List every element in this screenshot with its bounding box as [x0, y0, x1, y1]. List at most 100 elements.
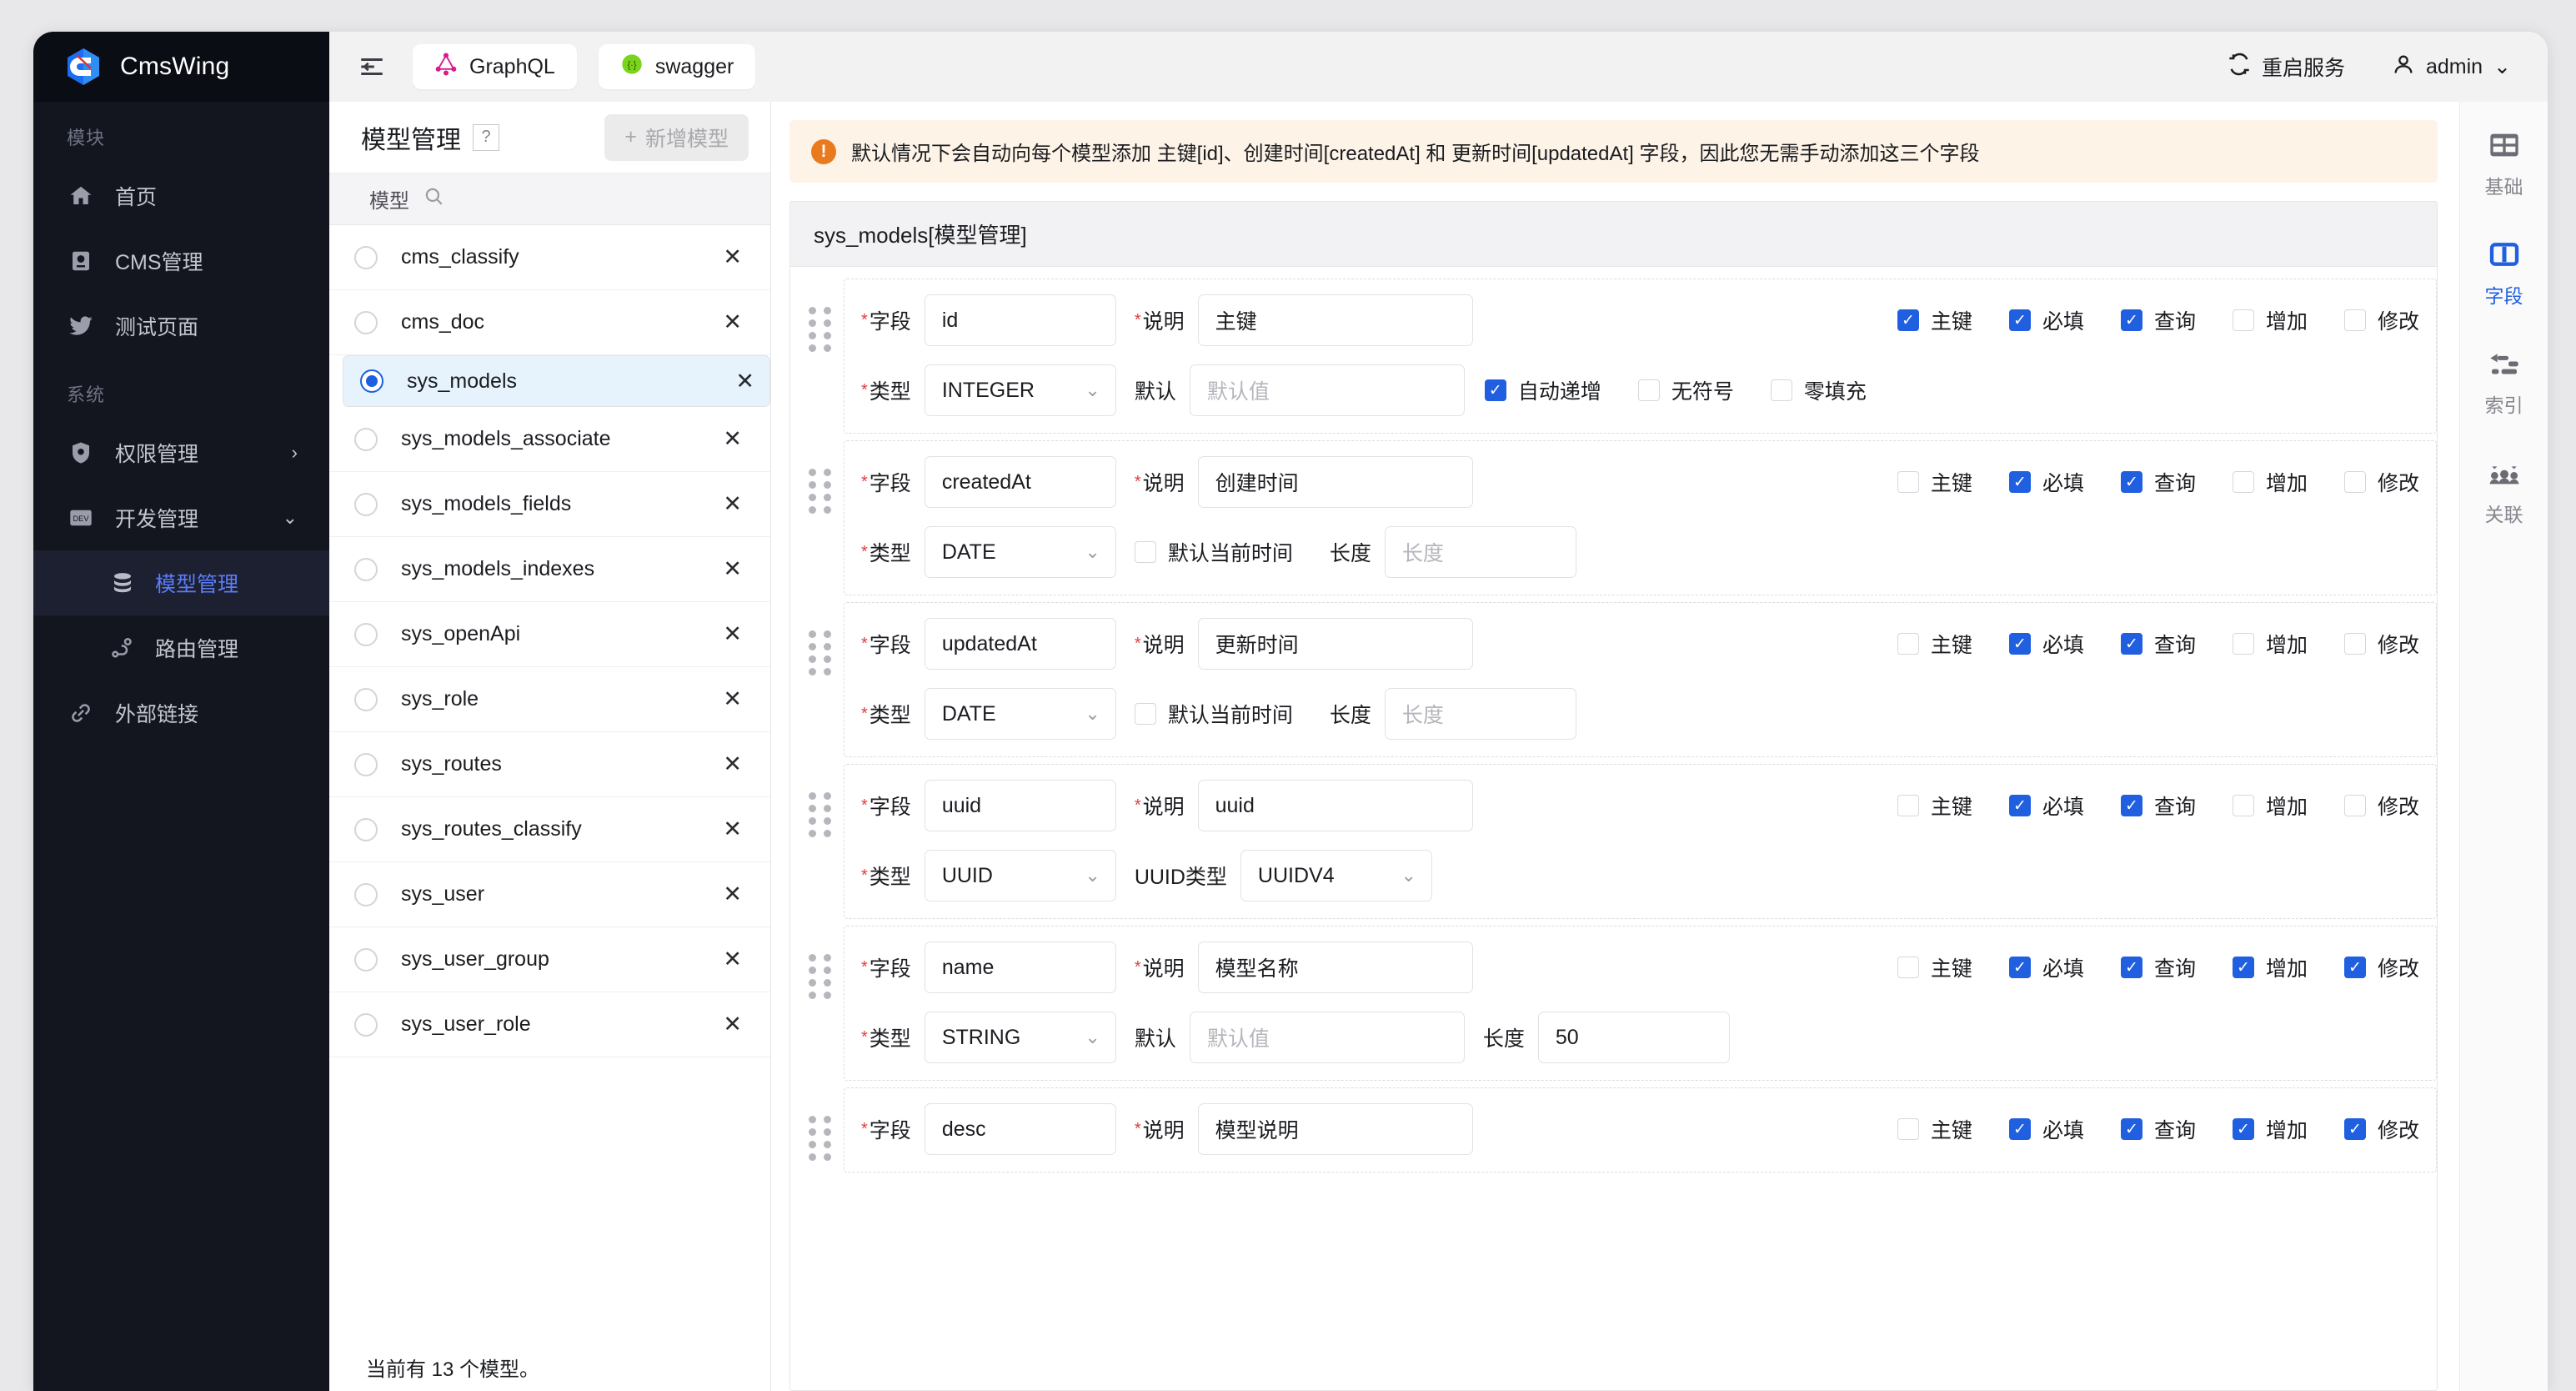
field-desc-input[interactable]: 更新时间	[1197, 618, 1473, 670]
checkbox-box[interactable]	[2008, 309, 2031, 331]
checkbox-required[interactable]: 必填	[2008, 629, 2084, 659]
field-name-input[interactable]: id	[924, 294, 1116, 346]
delete-model-icon[interactable]: ✕	[723, 753, 742, 776]
uuid-version-select[interactable]: UUIDV4 ⌄	[1240, 850, 1432, 901]
field-desc-input[interactable]: 创建时间	[1197, 456, 1473, 508]
checkbox-default-now[interactable]: 默认当前时间	[1134, 699, 1293, 729]
model-list-item[interactable]: sys_role ✕	[329, 667, 770, 732]
sidebar-item-development[interactable]: DEV 开发管理 ⌄	[33, 485, 329, 550]
checkbox-box[interactable]	[2343, 795, 2366, 816]
field-length-input[interactable]: 长度	[1384, 688, 1576, 740]
field-desc-input[interactable]: 模型名称	[1197, 942, 1473, 993]
checkbox-primary-key[interactable]: 主键	[1897, 467, 1972, 497]
field-name-input[interactable]: createdAt	[924, 456, 1116, 508]
checkbox-box[interactable]	[2120, 1118, 2142, 1140]
model-radio[interactable]	[354, 427, 378, 451]
checkbox-box[interactable]	[2232, 633, 2254, 655]
field-length-input[interactable]: 50	[1537, 1012, 1730, 1063]
model-list-item[interactable]: cms_classify ✕	[329, 225, 770, 290]
help-icon[interactable]: ?	[473, 123, 499, 151]
checkbox-box[interactable]	[2343, 957, 2366, 978]
checkbox-box[interactable]	[2343, 633, 2366, 655]
checkbox-add[interactable]: 增加	[2232, 467, 2308, 497]
field-name-input[interactable]: name	[924, 942, 1116, 993]
model-radio[interactable]	[354, 817, 378, 841]
checkbox-box[interactable]	[1897, 957, 1919, 978]
checkbox-edit[interactable]: 修改	[2343, 305, 2419, 335]
restart-service-button[interactable]: 重启服务	[2228, 52, 2345, 82]
checkbox-box[interactable]	[1897, 795, 1919, 816]
model-radio[interactable]	[354, 557, 378, 581]
model-list-item[interactable]: sys_models_indexes ✕	[329, 537, 770, 602]
field-type-select[interactable]: DATE ⌄	[924, 688, 1116, 740]
field-default-input[interactable]: 默认值	[1189, 364, 1465, 416]
add-model-button[interactable]: + 新增模型	[604, 113, 749, 161]
tab-graphql[interactable]: GraphQL	[413, 44, 577, 89]
checkbox-box[interactable]	[2343, 309, 2366, 331]
drag-handle-icon[interactable]	[809, 469, 832, 514]
field-desc-input[interactable]: 模型说明	[1197, 1103, 1473, 1155]
checkbox-required[interactable]: 必填	[2008, 791, 2084, 821]
delete-model-icon[interactable]: ✕	[723, 948, 742, 971]
model-list-item[interactable]: sys_models ✕	[343, 355, 770, 407]
field-desc-input[interactable]: uuid	[1197, 780, 1473, 831]
model-list-item[interactable]: cms_doc ✕	[329, 290, 770, 355]
drag-handle-icon[interactable]	[809, 792, 832, 837]
delete-model-icon[interactable]: ✕	[723, 558, 742, 580]
model-list-item[interactable]: sys_routes_classify ✕	[329, 797, 770, 862]
field-type-select[interactable]: DATE ⌄	[924, 526, 1116, 578]
drag-handle-icon[interactable]	[809, 307, 832, 352]
checkbox-box[interactable]	[1897, 633, 1919, 655]
delete-model-icon[interactable]: ✕	[723, 428, 742, 450]
sidebar-item-external-link[interactable]: 外部链接	[33, 680, 329, 746]
model-list-item[interactable]: sys_user_group ✕	[329, 927, 770, 992]
checkbox-required[interactable]: 必填	[2008, 305, 2084, 335]
drag-handle-icon[interactable]	[809, 954, 832, 999]
checkbox-box[interactable]	[2120, 633, 2142, 655]
delete-model-icon[interactable]: ✕	[723, 311, 742, 334]
rail-item-relation[interactable]: 关联	[2485, 454, 2523, 527]
checkbox-primary-key[interactable]: 主键	[1897, 952, 1972, 982]
checkbox-default-now[interactable]: 默认当前时间	[1134, 537, 1293, 567]
checkbox-edit[interactable]: 修改	[2343, 629, 2419, 659]
checkbox-primary-key[interactable]: 主键	[1897, 791, 1972, 821]
sidebar-item-route-management[interactable]: 路由管理	[33, 615, 329, 680]
sidebar-item-cms[interactable]: CMS管理	[33, 228, 329, 294]
checkbox-box[interactable]	[2343, 1118, 2366, 1140]
checkbox-box[interactable]	[1897, 309, 1919, 331]
checkbox-autoincrement[interactable]: 自动递增	[1484, 375, 1601, 405]
checkbox-box[interactable]	[2232, 1118, 2254, 1140]
field-type-select[interactable]: UUID ⌄	[924, 850, 1116, 901]
checkbox-box[interactable]	[1134, 541, 1156, 563]
checkbox-add[interactable]: 增加	[2232, 952, 2308, 982]
sidebar-item-test-page[interactable]: 测试页面	[33, 294, 329, 359]
model-list-item[interactable]: sys_user ✕	[329, 862, 770, 927]
checkbox-add[interactable]: 增加	[2232, 629, 2308, 659]
delete-model-icon[interactable]: ✕	[723, 493, 742, 515]
checkbox-box[interactable]	[1484, 379, 1506, 401]
checkbox-box[interactable]	[2232, 309, 2254, 331]
model-radio[interactable]	[354, 882, 378, 906]
checkbox-query[interactable]: 查询	[2120, 952, 2196, 982]
model-radio[interactable]	[354, 310, 378, 334]
collapse-sidebar-icon[interactable]	[353, 48, 391, 86]
checkbox-box[interactable]	[1897, 1118, 1919, 1140]
delete-model-icon[interactable]: ✕	[735, 369, 754, 393]
checkbox-required[interactable]: 必填	[2008, 467, 2084, 497]
checkbox-box[interactable]	[2120, 309, 2142, 331]
model-radio[interactable]	[354, 947, 378, 972]
checkbox-box[interactable]	[1637, 379, 1660, 401]
checkbox-required[interactable]: 必填	[2008, 952, 2084, 982]
model-list-item[interactable]: sys_models_fields ✕	[329, 472, 770, 537]
checkbox-box[interactable]	[1134, 703, 1156, 725]
sidebar-item-home[interactable]: 首页	[33, 163, 329, 228]
checkbox-required[interactable]: 必填	[2008, 1114, 2084, 1144]
model-list-item[interactable]: sys_user_role ✕	[329, 992, 770, 1057]
field-name-input[interactable]: updatedAt	[924, 618, 1116, 670]
rail-item-basic[interactable]: 基础	[2485, 127, 2523, 199]
model-radio[interactable]	[354, 1012, 378, 1037]
model-radio[interactable]	[354, 687, 378, 711]
model-radio[interactable]	[354, 622, 378, 646]
rail-item-index[interactable]: 索引	[2485, 345, 2523, 418]
field-name-input[interactable]: uuid	[924, 780, 1116, 831]
